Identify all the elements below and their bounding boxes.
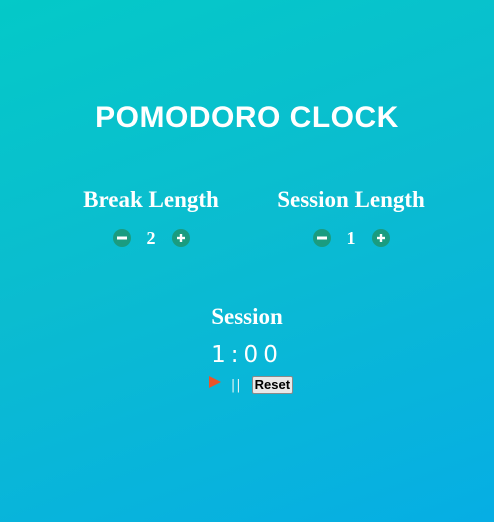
break-length-label: Break Length <box>83 187 219 212</box>
session-length-controls: 1 <box>251 227 451 249</box>
play-icon[interactable] <box>207 374 223 390</box>
session-length-value: 1 <box>346 228 356 248</box>
session-length-label: Session Length <box>277 187 425 212</box>
reset-button[interactable]: Reset <box>251 376 294 394</box>
break-increment-button[interactable] <box>171 229 190 247</box>
timer-controls: || Reset <box>0 376 494 394</box>
break-length-value: 2 <box>146 228 156 248</box>
session-length-section: Session Length 1 <box>251 185 451 249</box>
plus-icon <box>176 234 185 242</box>
timer-display: 1:00 <box>211 342 283 368</box>
plus-icon <box>376 234 385 242</box>
pause-button[interactable]: || <box>231 378 242 393</box>
break-length-controls: 2 <box>51 227 251 249</box>
app-title: POMODORO CLOCK <box>95 101 399 134</box>
session-decrement-button[interactable] <box>312 229 331 247</box>
minus-icon <box>116 236 127 240</box>
break-length-section: Break Length 2 <box>51 185 251 249</box>
minus-icon <box>316 236 327 240</box>
timer-label: Session <box>211 304 283 329</box>
break-decrement-button[interactable] <box>112 229 131 247</box>
session-increment-button[interactable] <box>371 229 390 247</box>
